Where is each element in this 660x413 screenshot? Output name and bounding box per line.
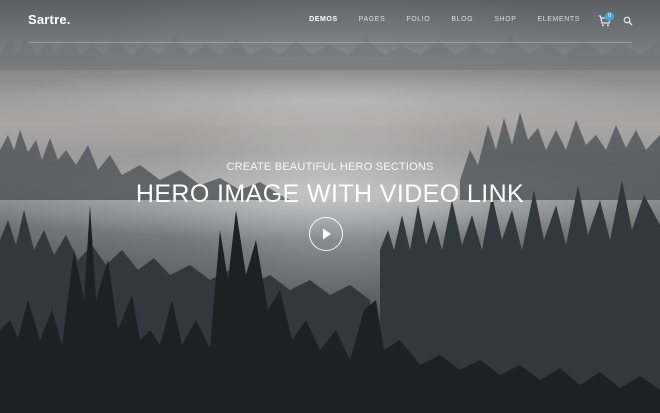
nav-item-demos[interactable]: DEMOS	[309, 16, 338, 23]
nav-item-pages[interactable]: PAGES	[359, 16, 386, 23]
hero-kicker: CREATE BEAUTIFUL HERO SECTIONS	[226, 161, 434, 173]
nav-item-elements[interactable]: ELEMENTS	[537, 16, 580, 23]
video-play-button[interactable]	[309, 217, 343, 251]
header-divider	[28, 42, 632, 43]
site-header: Sartre. DEMOS PAGES FOLIO BLOG SHOP ELEM…	[0, 0, 660, 44]
main-nav: DEMOS PAGES FOLIO BLOG SHOP ELEMENTS	[288, 16, 580, 23]
nav-item-blog[interactable]: BLOG	[451, 16, 473, 23]
hero-title: HERO IMAGE WITH VIDEO LINK	[135, 180, 525, 208]
nav-item-shop[interactable]: SHOP	[494, 16, 516, 23]
play-icon	[323, 228, 331, 240]
search-icon[interactable]	[623, 16, 633, 26]
nav-item-folio[interactable]: FOLIO	[406, 16, 430, 23]
site-logo[interactable]: Sartre.	[28, 12, 71, 27]
cart-count-badge: 0	[605, 12, 614, 21]
